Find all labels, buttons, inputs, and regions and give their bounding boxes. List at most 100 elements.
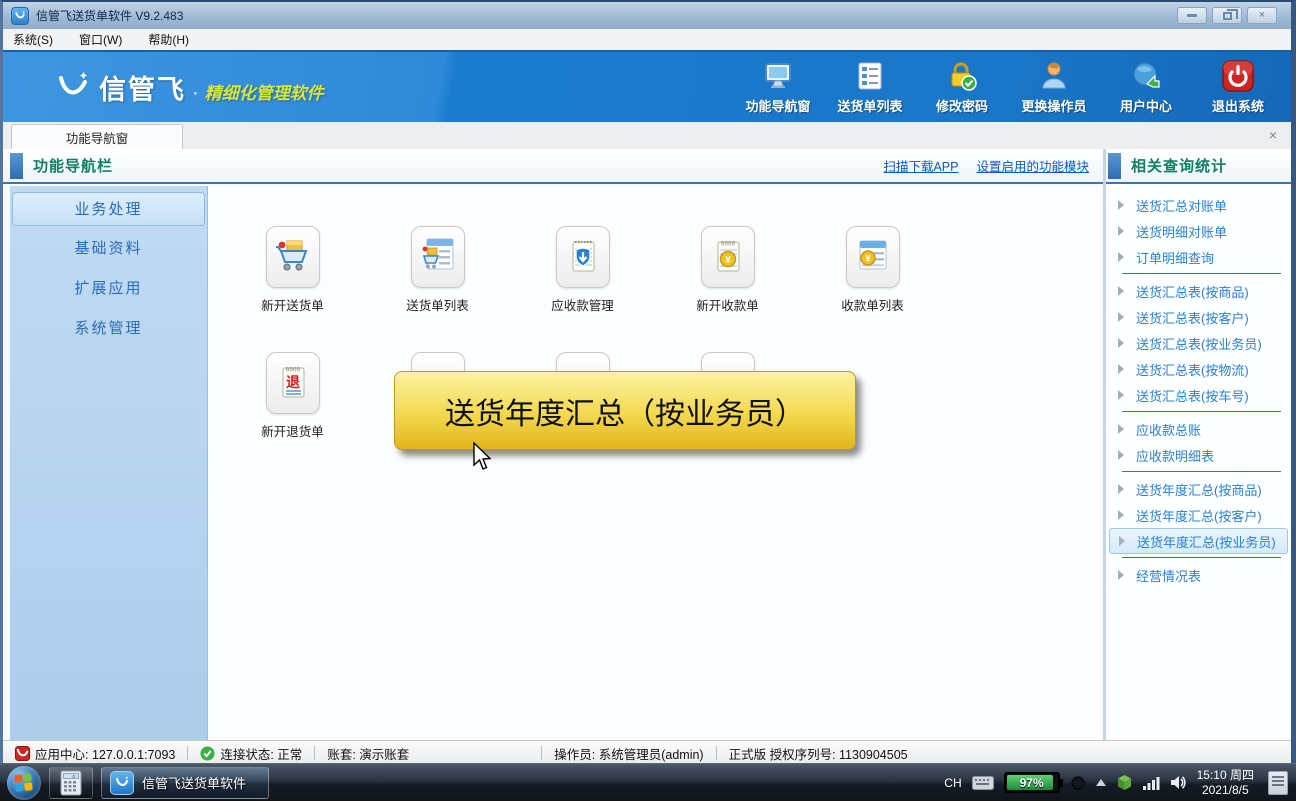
- panel-item-annual-by-product[interactable]: 送货年度汇总(按商品): [1106, 476, 1291, 502]
- triangle-bullet-icon: [1118, 484, 1124, 494]
- panel-item-annual-by-salesman[interactable]: 送货年度汇总(按业务员): [1109, 528, 1288, 554]
- triangle-bullet-icon: [1118, 510, 1124, 520]
- toolbar-button-nav-window[interactable]: 功能导航窗: [739, 59, 817, 115]
- title-bar: 信管飞送货单软件 V9.2.483 ×: [3, 2, 1291, 29]
- screen: 信管飞送货单软件 V9.2.483 × 系统(S) 窗口(W) 帮助(H) 信管…: [0, 0, 1296, 801]
- shortcut-label: 新开送货单: [261, 299, 324, 313]
- toolbar-button-switch-operator[interactable]: 更换操作员: [1015, 59, 1093, 115]
- triangle-bullet-icon: [1118, 252, 1124, 262]
- receivable-shield-icon: [555, 226, 610, 288]
- restore-button[interactable]: [1212, 7, 1242, 24]
- ime-indicator[interactable]: CH: [944, 776, 961, 790]
- toolbar-buttons: 功能导航窗 送货单列表 修改密码 更换操作员 用户中心 退出系统: [739, 59, 1277, 115]
- close-button[interactable]: ×: [1247, 7, 1277, 24]
- panel-item-summary-by-customer[interactable]: 送货汇总表(按客户): [1106, 304, 1291, 330]
- triangle-bullet-icon: [1118, 364, 1124, 374]
- speaker-icon[interactable]: [1170, 775, 1187, 790]
- svg-text:¥: ¥: [865, 254, 871, 265]
- sidebar-item-extensions[interactable]: 扩展应用: [12, 272, 205, 306]
- tooltip-text: 送货年度汇总（按业务员）: [445, 396, 805, 432]
- triangle-bullet-icon: [1118, 424, 1124, 434]
- shortcut-new-delivery[interactable]: 新开送货单: [220, 226, 365, 314]
- status-operator: 操作员: 系统管理员(admin): [554, 747, 704, 762]
- nav-header-title: 功能导航栏: [33, 158, 114, 175]
- panel-item-order-detail-query[interactable]: 订单明细查询: [1106, 244, 1291, 270]
- return-note-icon: 0000 退: [265, 352, 320, 414]
- nav-header: 功能导航栏 扫描下载APP 设置启用的功能模块: [3, 149, 1103, 184]
- accent-bar: [10, 152, 23, 179]
- link-configure-modules[interactable]: 设置启用的功能模块: [976, 156, 1089, 175]
- cart-list-icon: [410, 226, 465, 288]
- shortcut-new-receipt[interactable]: 0000 ¥ 新开收款单: [655, 226, 800, 314]
- taskbar-app-button[interactable]: 信管飞送货单软件: [101, 766, 269, 799]
- sidebar-item-business[interactable]: 业务处理: [12, 192, 205, 226]
- triangle-bullet-icon: [1119, 536, 1125, 546]
- sidebar-item-system[interactable]: 系统管理: [12, 312, 205, 346]
- shortcut-label: 应收款管理: [551, 299, 614, 313]
- panel-item-summary-by-salesman[interactable]: 送货汇总表(按业务员): [1106, 330, 1291, 356]
- app-logo-icon: [110, 770, 134, 795]
- list-icon: [853, 59, 887, 93]
- status-bar: 应用中心: 127.0.0.1:7093 连接状态: 正常 账套: 演示账套 操…: [3, 740, 1291, 765]
- connection-ok-icon: [200, 745, 215, 761]
- power-icon: [1221, 59, 1255, 93]
- taskbar-calculator-button[interactable]: 0: [49, 766, 93, 799]
- network-signal-icon[interactable]: [1142, 776, 1160, 790]
- toolbar-button-change-password[interactable]: 修改密码: [923, 59, 1001, 115]
- panel-item-annual-by-customer[interactable]: 送货年度汇总(按客户): [1106, 502, 1291, 528]
- shortcut-delivery-list[interactable]: 送货单列表: [365, 226, 510, 314]
- menu-window[interactable]: 窗口(W): [79, 31, 122, 48]
- svg-text:¥: ¥: [725, 255, 731, 266]
- shortcut-receivable-mgmt[interactable]: 应收款管理: [510, 226, 655, 314]
- toolbar-button-exit[interactable]: 退出系统: [1199, 59, 1277, 115]
- menu-system[interactable]: 系统(S): [13, 31, 53, 48]
- brand-name: 信管飞: [99, 74, 186, 105]
- toolbar-button-user-center[interactable]: 用户中心: [1107, 59, 1185, 115]
- panel-item-delivery-detail-statement[interactable]: 送货明细对账单: [1106, 218, 1291, 244]
- triangle-bullet-icon: [1118, 312, 1124, 322]
- panel-item-summary-by-logistics[interactable]: 送货汇总表(按物流): [1106, 356, 1291, 382]
- sidebar-item-basic-data[interactable]: 基础资料: [12, 232, 205, 266]
- svg-text:0000: 0000: [285, 367, 300, 374]
- shortcut-label: 送货单列表: [406, 299, 469, 313]
- triangle-bullet-icon: [1118, 338, 1124, 348]
- shortcut-receipt-list[interactable]: ¥ 收款单列表: [800, 226, 945, 314]
- panel-item-delivery-summary-statement[interactable]: 送货汇总对账单: [1106, 192, 1291, 218]
- triangle-bullet-icon: [1118, 286, 1124, 296]
- minimize-button[interactable]: [1177, 7, 1207, 24]
- status-connection: 连接状态: 正常: [188, 744, 314, 763]
- tray-app-cube-icon[interactable]: [1116, 774, 1133, 791]
- taskbar: 0 信管飞送货单软件 CH 97% 15:10 周四 2021/8/5: [0, 763, 1296, 801]
- notification-panel-icon[interactable]: [1268, 770, 1288, 795]
- shortcut-new-return[interactable]: 0000 退 新开退货单: [220, 352, 365, 440]
- panel-item-business-situation[interactable]: 经营情况表: [1106, 562, 1291, 588]
- show-hidden-icons-button[interactable]: [1095, 779, 1106, 786]
- operator-person-icon: [1037, 59, 1071, 93]
- calculator-icon: 0: [60, 770, 82, 795]
- tab-close-icon[interactable]: ×: [1265, 127, 1281, 143]
- tab-nav-window[interactable]: 功能导航窗: [11, 124, 183, 149]
- brand-separator: ·: [192, 81, 199, 104]
- panel-divider: [1122, 273, 1281, 274]
- taskbar-clock[interactable]: 15:10 周四 2021/8/5: [1197, 768, 1254, 798]
- menu-help[interactable]: 帮助(H): [148, 31, 189, 48]
- battery-indicator[interactable]: 97%: [1003, 772, 1063, 793]
- panel-divider: [1122, 471, 1281, 472]
- panel-item-summary-by-vehicle[interactable]: 送货汇总表(按车号): [1106, 382, 1291, 408]
- menu-bar: 系统(S) 窗口(W) 帮助(H): [3, 29, 1291, 50]
- mouse-cursor: [473, 441, 492, 470]
- status-license: 正式版 授权序列号: 1130904505: [728, 747, 908, 762]
- power-plug-icon: [1071, 776, 1086, 789]
- start-button[interactable]: [7, 765, 41, 800]
- minimize-icon: [1187, 14, 1197, 17]
- toolbar-button-delivery-list[interactable]: 送货单列表: [831, 59, 909, 115]
- restore-icon: [1222, 8, 1238, 20]
- cart-new-icon: [265, 226, 320, 288]
- panel-item-receivable-ledger[interactable]: 应收款总账: [1106, 416, 1291, 442]
- panel-item-summary-by-product[interactable]: 送货汇总表(按商品): [1106, 278, 1291, 304]
- panel-item-receivable-detail[interactable]: 应收款明细表: [1106, 442, 1291, 468]
- keyboard-icon[interactable]: [971, 775, 994, 790]
- right-panel-title: 相关查询统计: [1131, 158, 1228, 175]
- right-panel-list: 送货汇总对账单 送货明细对账单 订单明细查询 送货汇总表(按商品) 送货汇总表(…: [1106, 184, 1291, 588]
- link-scan-download-app[interactable]: 扫描下载APP: [883, 156, 958, 175]
